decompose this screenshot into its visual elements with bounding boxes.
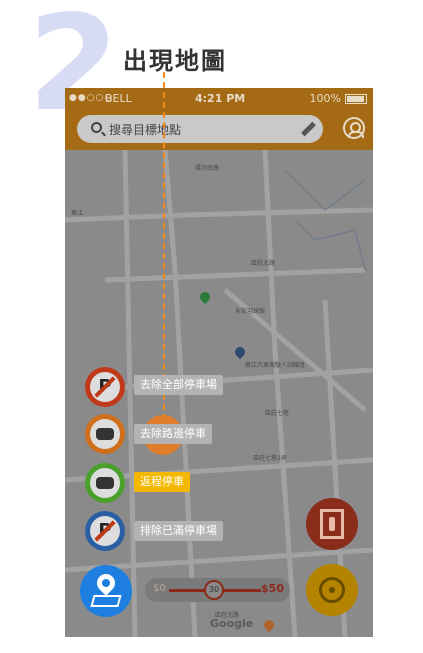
return-car-icon bbox=[90, 468, 120, 498]
filter-label[interactable]: 排除已滿停車場 bbox=[134, 521, 223, 541]
map-road-label: 區莊七巷 bbox=[265, 410, 290, 417]
no-parking-icon: P bbox=[90, 372, 120, 402]
filter-return-button[interactable] bbox=[85, 463, 125, 503]
filter-label[interactable]: 去除路邊停車 bbox=[134, 424, 212, 444]
carrier-name: BELL bbox=[105, 92, 132, 105]
locate-me-button[interactable] bbox=[306, 564, 358, 616]
price-max-label: $50 bbox=[261, 582, 284, 595]
step-title: 出現地圖 bbox=[123, 47, 227, 75]
top-bar: 搜尋目標地點 bbox=[65, 110, 373, 150]
search-icon bbox=[91, 122, 102, 133]
google-logo: Google bbox=[210, 617, 254, 630]
search-input[interactable]: 搜尋目標地點 bbox=[77, 115, 323, 143]
map-road-label: 區莊北路 bbox=[251, 260, 276, 267]
filter-full-parking-button[interactable]: P bbox=[85, 511, 125, 551]
crosshair-icon bbox=[319, 577, 345, 603]
search-placeholder: 搜尋目標地點 bbox=[109, 123, 182, 137]
parking-spot-icon bbox=[320, 509, 344, 539]
filter-label[interactable]: 去除全部停車場 bbox=[134, 375, 223, 395]
battery-level: 100% bbox=[309, 92, 341, 105]
map-road-label: 華江 bbox=[71, 210, 84, 217]
battery-icon bbox=[345, 94, 367, 104]
filter-roadside-button[interactable] bbox=[85, 414, 125, 454]
map-road-label: 區莊七巷2弄 bbox=[253, 455, 287, 462]
status-time: 4:21 PM bbox=[195, 92, 246, 105]
map-poi-label: 華江汽車駕駛人訓練班 bbox=[245, 362, 306, 369]
map-poi-label: 永安羽球館 bbox=[235, 308, 266, 315]
filter-no-parking-button[interactable]: P bbox=[85, 367, 125, 407]
edit-icon[interactable] bbox=[301, 121, 316, 137]
status-bar: ●●○○○ BELL 4:21 PM 100% bbox=[65, 88, 373, 110]
map-pin-icon bbox=[93, 570, 119, 596]
phone-screen: ●●○○○ BELL 4:21 PM 100% 搜尋目標地點 永安羽球館 華江汽… bbox=[65, 88, 373, 637]
map-location-button[interactable] bbox=[80, 565, 132, 617]
full-parking-icon: P bbox=[90, 516, 120, 546]
parking-button[interactable] bbox=[306, 498, 358, 550]
price-slider[interactable]: $0 30 $50 bbox=[145, 578, 290, 602]
user-profile-icon[interactable] bbox=[343, 117, 365, 139]
filter-label-active[interactable]: 返程停車 bbox=[134, 472, 190, 492]
map-base-icon bbox=[90, 595, 122, 607]
price-min-label: $0 bbox=[153, 583, 166, 594]
slider-thumb[interactable]: 30 bbox=[204, 580, 224, 600]
roadside-car-icon bbox=[90, 419, 120, 449]
map-road-label: 環河南路 bbox=[195, 165, 220, 172]
